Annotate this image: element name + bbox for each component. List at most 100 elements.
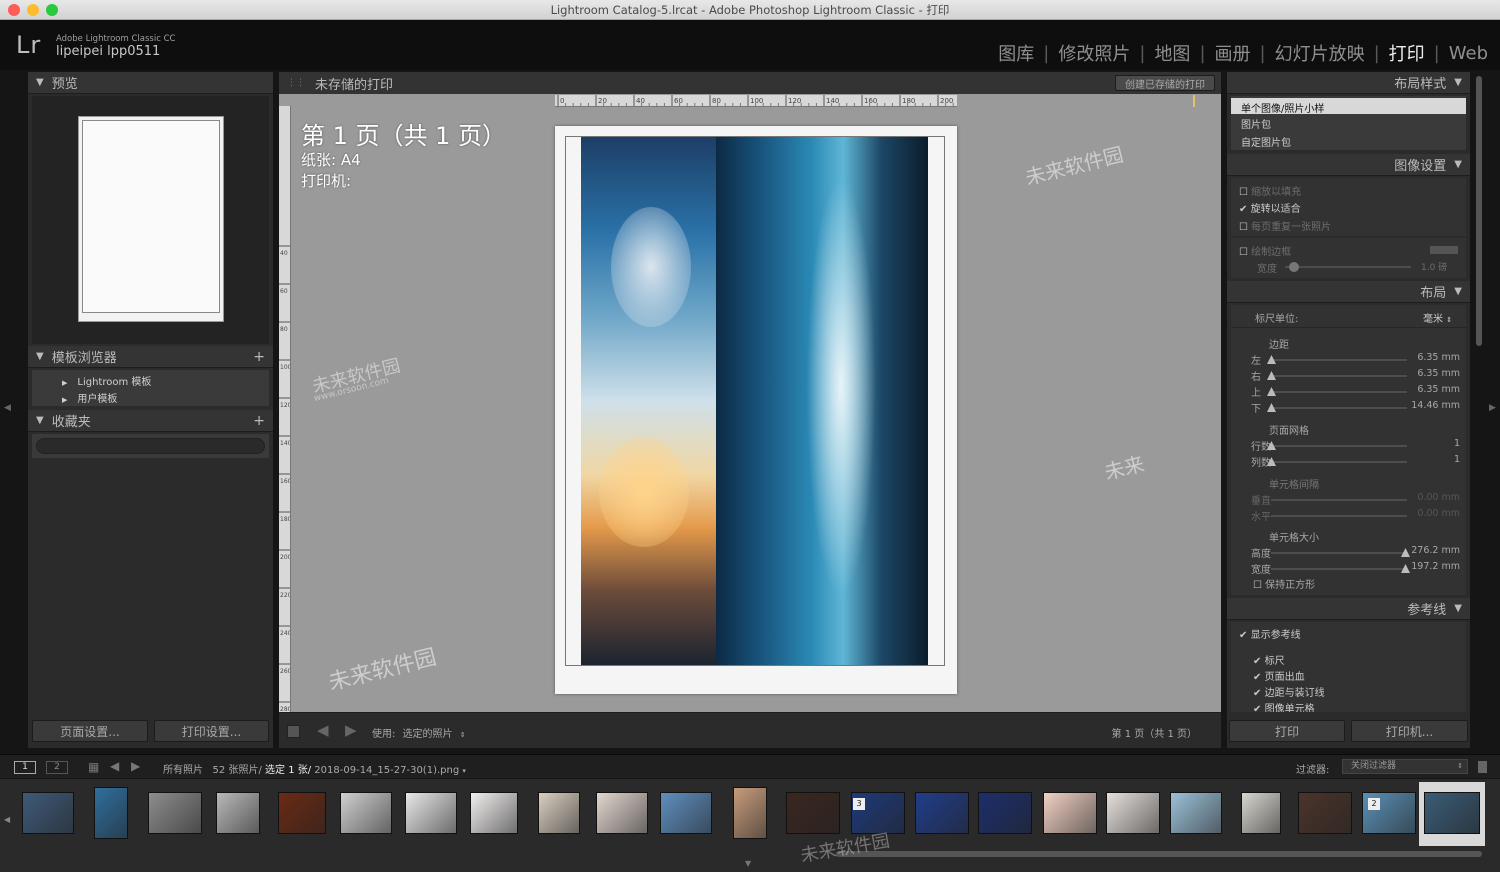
margins-slider[interactable] bbox=[1271, 391, 1407, 393]
cell-slider[interactable] bbox=[1271, 568, 1407, 570]
margins-value[interactable]: 14.46 mm bbox=[1411, 400, 1460, 411]
filmstrip-thumbnail[interactable] bbox=[148, 792, 202, 834]
use-selector[interactable]: 使用: 选定的照片 ⇕ bbox=[372, 725, 466, 740]
keep-square-checkbox[interactable]: ☐ 保持正方形 bbox=[1253, 576, 1315, 591]
layout-style-picture-package[interactable]: 图片包 bbox=[1241, 116, 1271, 131]
fill-checkbox[interactable]: ☐ 缩放以填充 bbox=[1239, 183, 1301, 198]
draw-border-checkbox[interactable]: ☐ 绘制边框 bbox=[1239, 243, 1291, 258]
filmstrip-thumbnail[interactable] bbox=[1298, 792, 1352, 834]
left-panel-toggle-icon[interactable]: ◀ bbox=[4, 403, 11, 413]
page-setup-button[interactable]: 页面设置... bbox=[32, 720, 148, 742]
spacing-value[interactable]: 0.00 mm bbox=[1417, 492, 1460, 503]
filmstrip-thumbnail[interactable] bbox=[340, 792, 392, 834]
ruler-units-select[interactable]: 毫米 ⇕ bbox=[1423, 310, 1452, 325]
filmstrip-thumbnail[interactable] bbox=[1106, 792, 1160, 834]
forward-icon[interactable]: ▶ bbox=[131, 759, 140, 773]
layout-style-custom-package[interactable]: 自定图片包 bbox=[1241, 134, 1291, 149]
create-saved-print-button[interactable]: 创建已存储的打印 bbox=[1115, 75, 1215, 91]
filmstrip-thumbnail[interactable] bbox=[786, 792, 840, 834]
filmstrip-thumbnail[interactable] bbox=[538, 792, 580, 834]
filmstrip-thumbnail[interactable] bbox=[915, 792, 969, 834]
back-icon[interactable]: ◀ bbox=[110, 759, 119, 773]
window-tab-2[interactable]: 2 bbox=[46, 761, 68, 774]
module-library[interactable]: 图库 bbox=[998, 40, 1034, 66]
filmstrip-thumbnail[interactable] bbox=[733, 787, 767, 839]
margins-slider[interactable] bbox=[1271, 359, 1407, 361]
filmstrip-thumbnail[interactable] bbox=[978, 792, 1032, 834]
filmstrip-thumbnail[interactable] bbox=[216, 792, 260, 834]
add-collection-icon[interactable]: + bbox=[253, 413, 265, 429]
source-path[interactable]: 所有照片 52 张照片/ 选定 1 张/ 2018-09-14_15-27-30… bbox=[163, 761, 466, 776]
layout-style-single[interactable]: 单个图像/照片小样 bbox=[1241, 100, 1324, 115]
filmstrip-thumbnail[interactable] bbox=[94, 787, 128, 839]
cell-value[interactable]: 197.2 mm bbox=[1411, 561, 1460, 572]
next-page-icon[interactable]: ▶ bbox=[345, 721, 357, 739]
filmstrip-scrollbar[interactable] bbox=[836, 851, 1482, 857]
filter-lock-icon[interactable] bbox=[1478, 761, 1487, 773]
filmstrip-thumbnail[interactable] bbox=[470, 792, 518, 834]
layout-header[interactable]: 布局 ▼ bbox=[1227, 281, 1470, 303]
slider-knob[interactable] bbox=[1289, 262, 1299, 272]
module-print[interactable]: 打印 bbox=[1389, 40, 1425, 66]
spacing-value[interactable]: 0.00 mm bbox=[1417, 508, 1460, 519]
guide-bleed-checkbox[interactable]: ✔ 页面出血 bbox=[1253, 668, 1305, 683]
printer-button[interactable]: 打印机... bbox=[1351, 720, 1468, 742]
collections-search-input[interactable] bbox=[36, 438, 265, 454]
filmstrip-thumbnail[interactable] bbox=[1043, 792, 1097, 834]
filter-select[interactable]: 关闭过滤器 ⇕ bbox=[1342, 759, 1468, 774]
show-guides-checkbox[interactable]: ✔ 显示参考线 bbox=[1239, 626, 1301, 641]
border-color-swatch[interactable] bbox=[1430, 246, 1458, 254]
grid-view-icon[interactable]: ▦ bbox=[88, 760, 99, 774]
module-map[interactable]: 地图 bbox=[1154, 40, 1190, 66]
template-folder-lightroom[interactable]: ▶ Lightroom 模板 bbox=[62, 373, 151, 388]
spacing-slider[interactable] bbox=[1271, 499, 1407, 501]
grid-value[interactable]: 1 bbox=[1454, 438, 1460, 449]
print-settings-button[interactable]: 打印设置... bbox=[154, 720, 269, 742]
photo[interactable] bbox=[581, 137, 928, 665]
grid-value[interactable]: 1 bbox=[1454, 454, 1460, 465]
print-button[interactable]: 打印 bbox=[1229, 720, 1345, 742]
filmstrip-thumbnail[interactable] bbox=[1170, 792, 1222, 834]
module-slideshow[interactable]: 幻灯片放映 bbox=[1275, 40, 1365, 66]
grid-slider[interactable] bbox=[1271, 461, 1407, 463]
add-template-icon[interactable]: + bbox=[253, 349, 265, 365]
filmstrip-thumbnail[interactable] bbox=[596, 792, 648, 834]
margins-value[interactable]: 6.35 mm bbox=[1417, 384, 1460, 395]
template-folder-user[interactable]: ▶ 用户模板 bbox=[62, 390, 117, 405]
image-settings-header[interactable]: 图像设置 ▼ bbox=[1227, 154, 1470, 176]
margins-slider[interactable] bbox=[1271, 407, 1407, 409]
guide-cells-checkbox[interactable]: ✔ 图像单元格 bbox=[1253, 700, 1315, 712]
cell-slider[interactable] bbox=[1271, 552, 1407, 554]
grid-slider[interactable] bbox=[1271, 445, 1407, 447]
filmstrip-thumbnail[interactable] bbox=[278, 792, 326, 834]
preview-header[interactable]: ▼ 预览 bbox=[28, 72, 273, 94]
module-book[interactable]: 画册 bbox=[1215, 40, 1251, 66]
stop-icon[interactable] bbox=[287, 725, 300, 738]
margins-value[interactable]: 6.35 mm bbox=[1417, 352, 1460, 363]
margins-value[interactable]: 6.35 mm bbox=[1417, 368, 1460, 379]
layout-style-header[interactable]: 布局样式 ▼ bbox=[1227, 72, 1470, 94]
filmstrip-toggle-icon[interactable]: ▼ bbox=[745, 859, 751, 868]
filmstrip-thumbnail[interactable] bbox=[660, 792, 712, 834]
border-width-slider[interactable] bbox=[1285, 266, 1411, 268]
template-browser-header[interactable]: ▼ 模板浏览器 + bbox=[28, 346, 273, 368]
guides-header[interactable]: 参考线 ▼ bbox=[1227, 598, 1470, 620]
filmstrip-thumbnail[interactable] bbox=[1241, 792, 1281, 834]
filmstrip-scroll-left-icon[interactable]: ◀ bbox=[4, 815, 10, 824]
right-panel-toggle-icon[interactable]: ▶ bbox=[1489, 403, 1496, 413]
window-tab-1[interactable]: 1 bbox=[14, 761, 36, 774]
rotate-to-fit-checkbox[interactable]: ✔ 旋转以适合 bbox=[1239, 200, 1301, 215]
guide-rulers-checkbox[interactable]: ✔ 标尺 bbox=[1253, 652, 1285, 667]
previous-page-icon[interactable]: ◀ bbox=[317, 721, 329, 739]
margins-slider[interactable] bbox=[1271, 375, 1407, 377]
module-develop[interactable]: 修改照片 bbox=[1058, 40, 1130, 66]
spacing-slider[interactable] bbox=[1271, 515, 1407, 517]
module-web[interactable]: Web bbox=[1449, 43, 1488, 64]
filmstrip-thumbnail[interactable] bbox=[22, 792, 74, 834]
right-panel-scrollbar[interactable] bbox=[1476, 76, 1482, 346]
repeat-photo-checkbox[interactable]: ☐ 每页重复一张照片 bbox=[1239, 218, 1331, 233]
collections-header[interactable]: ▼ 收藏夹 + bbox=[28, 410, 273, 432]
filmstrip-thumbnail[interactable] bbox=[1424, 792, 1480, 834]
cell-value[interactable]: 276.2 mm bbox=[1411, 545, 1460, 556]
filmstrip-thumbnail[interactable] bbox=[405, 792, 457, 834]
